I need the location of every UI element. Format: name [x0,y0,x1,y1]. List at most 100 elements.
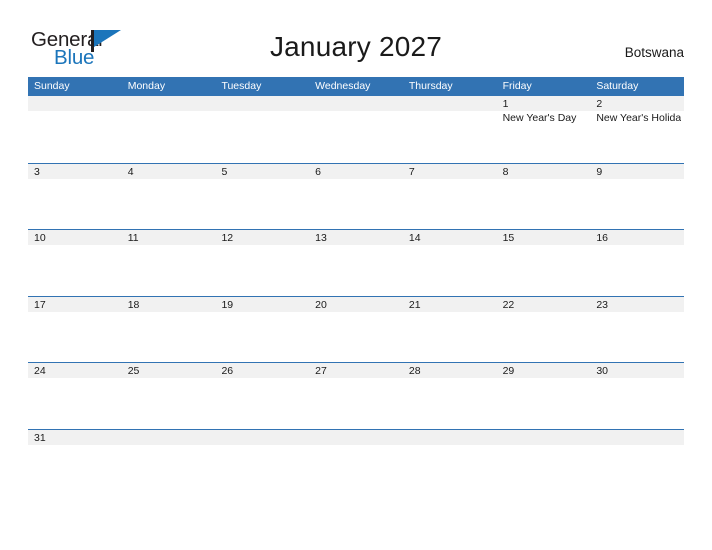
calendar-day-cell[interactable]: 22 [496,296,591,363]
day-number-band [215,163,310,179]
calendar-day-cell[interactable]: 6 [309,163,403,230]
day-number-band [28,163,122,179]
day-number-band [496,429,591,445]
day-number: 16 [596,232,608,244]
calendar-week-inner: 24 25 26 27 28 29 30 [28,363,685,429]
day-number-band [590,96,685,111]
day-number-band [309,429,403,445]
calendar-day-cell[interactable]: 20 [309,296,403,363]
calendar-week-inner: 10 11 12 13 14 15 16 [28,230,685,296]
calendar-day-cell[interactable]: 19 [215,296,310,363]
calendar-week-row: 1 New Year's Day 2 New Year's Holiday [28,96,685,163]
calendar-day-cell[interactable]: 21 [402,296,497,363]
calendar-day-cell[interactable]: 8 [496,163,591,230]
calendar-day-cell[interactable]: 3 [28,163,122,230]
day-number: 8 [502,165,509,178]
calendar-day-cell-empty [402,429,497,457]
weekday-header-thursday: Thursday [408,80,453,92]
calendar-day-cell-empty [215,96,310,163]
day-number: 29 [502,365,515,377]
calendar-week-inner: 17 18 19 20 21 22 23 [28,296,685,363]
day-number: 26 [221,365,234,377]
calendar-day-cell-empty [309,96,403,163]
day-number-band [590,163,685,179]
day-number-band [309,163,403,179]
day-number-band [121,429,216,445]
weekday-header-friday: Friday [502,80,532,92]
calendar-day-cell[interactable]: 29 [496,363,591,429]
day-number: 14 [408,232,421,244]
day-events: New Year's Day [503,112,588,125]
holiday-event: New Year's Day [502,112,577,124]
calendar-day-cell-empty [590,429,685,457]
day-number: 13 [315,232,327,244]
day-number: 2 [596,98,603,110]
calendar-day-cell[interactable]: 12 [215,230,310,296]
day-number: 6 [315,165,321,178]
calendar-day-cell[interactable]: 26 [215,363,310,429]
day-events: New Year's Holiday [596,112,681,125]
calendar-day-cell[interactable]: 30 [590,363,685,429]
calendar-grid: Sunday Monday Tuesday Wednesday Thursday… [28,77,685,457]
calendar-day-cell[interactable]: 18 [121,296,216,363]
calendar-day-cell[interactable]: 9 [590,163,685,230]
calendar-day-cell-empty [496,429,591,457]
country-label: Botswana [624,45,684,60]
calendar-day-cell[interactable]: 15 [496,230,591,296]
calendar-day-cell[interactable]: 25 [121,363,216,429]
calendar-page: General Blue January 2027 Botswana Sunda… [0,0,712,550]
day-number: 9 [596,165,603,178]
calendar-week-row: 24 25 26 27 28 29 30 [28,362,685,429]
calendar-day-cell[interactable]: 1 New Year's Day [496,96,591,163]
day-number-band [215,96,310,111]
calendar-week-inner: 3 4 5 6 7 8 9 [28,163,685,230]
calendar-day-cell[interactable]: 7 [402,163,497,230]
calendar-day-cell[interactable]: 31 [28,429,122,457]
day-number-band [590,429,685,445]
day-number: 17 [34,298,46,311]
weekday-header-monday: Monday [127,80,166,92]
weekday-header-tuesday: Tuesday [221,80,262,92]
weekday-header-saturday: Saturday [596,80,639,92]
calendar-day-cell-empty [215,429,310,457]
day-number: 21 [408,298,421,311]
day-number-band [121,96,216,111]
day-number-band [402,163,497,179]
calendar-day-cell[interactable]: 27 [309,363,403,429]
calendar-week-row: 3 4 5 6 7 8 9 [28,162,685,230]
day-number: 28 [408,365,421,377]
day-number: 31 [34,431,46,444]
calendar-day-cell[interactable]: 23 [590,296,685,363]
calendar-day-cell[interactable]: 10 [28,230,122,296]
day-number-band [28,96,122,111]
calendar-day-cell[interactable]: 14 [402,230,497,296]
calendar-week-row: 31 [28,428,685,457]
page-header: General Blue January 2027 Botswana [0,0,712,76]
calendar-day-cell[interactable]: 5 [215,163,310,230]
day-number-band [402,429,497,445]
day-number: 5 [221,165,228,178]
calendar-week-inner: 31 [28,429,685,457]
day-number: 18 [127,298,140,311]
day-number-band [121,163,216,179]
calendar-day-cell[interactable]: 16 [590,230,685,296]
holiday-event: New Year's Holiday [596,112,682,124]
calendar-day-cell[interactable]: 11 [121,230,216,296]
calendar-week-inner: 1 New Year's Day 2 New Year's Holiday [28,96,685,163]
day-number: 1 [502,98,509,110]
calendar-day-cell[interactable]: 13 [309,230,403,296]
calendar-day-cell[interactable]: 17 [28,296,122,363]
calendar-day-cell[interactable]: 28 [402,363,497,429]
day-number: 11 [127,232,139,244]
day-number-band [496,96,591,111]
calendar-day-cell-empty [121,96,216,163]
calendar-day-cell[interactable]: 24 [28,363,122,429]
calendar-day-cell[interactable]: 2 New Year's Holiday [590,96,685,163]
day-number: 10 [34,232,46,244]
day-number: 22 [502,298,515,311]
calendar-day-cell-empty [28,96,122,163]
day-number-band [215,429,310,445]
calendar-day-cell-empty [121,429,216,457]
calendar-day-cell[interactable]: 4 [121,163,216,230]
weekday-header-sunday: Sunday [34,80,70,92]
